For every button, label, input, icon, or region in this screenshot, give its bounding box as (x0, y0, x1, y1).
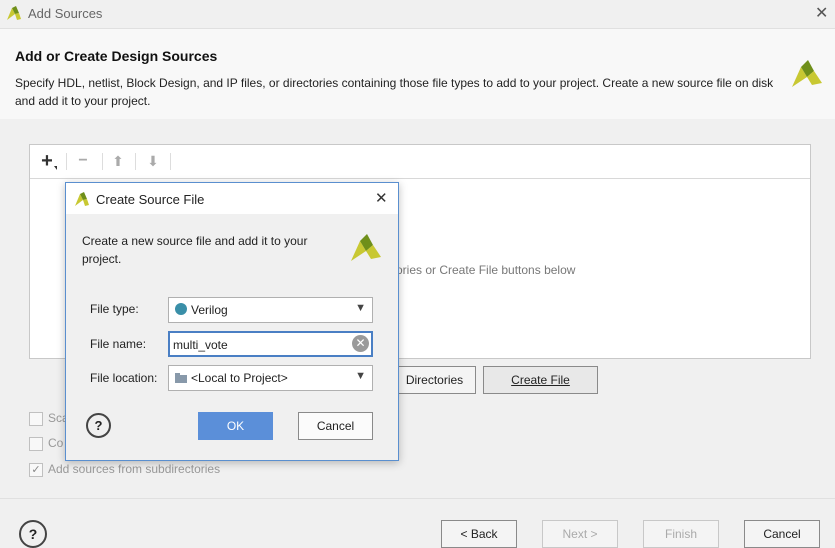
file-name-label: File name: (90, 337, 147, 351)
page-title: Add or Create Design Sources (15, 48, 218, 64)
vivado-logo-icon (792, 60, 822, 87)
dialog-help-icon[interactable]: ? (86, 413, 111, 438)
page-description: Specify HDL, netlist, Block Design, and … (15, 76, 774, 108)
next-button[interactable]: Next > (542, 520, 618, 548)
window-title: Add Sources (28, 6, 103, 21)
cancel-button[interactable]: Cancel (744, 520, 820, 548)
chevron-down-icon: ▼ (355, 302, 366, 314)
create-source-file-dialog: Create Source File ✕ Create a new source… (65, 182, 399, 461)
footer-divider (0, 498, 835, 499)
dialog-title: Create Source File (96, 192, 205, 207)
chevron-down-icon: ▼ (355, 370, 366, 382)
toolbar-divider (102, 153, 103, 170)
add-dropdown-icon (54, 166, 57, 170)
help-icon[interactable]: ? (19, 520, 47, 548)
folder-icon (175, 373, 187, 383)
vivado-logo-icon (351, 234, 381, 261)
copy-checkbox[interactable] (29, 437, 43, 451)
file-location-value: <Local to Project> (191, 371, 288, 385)
copy-label: Co (48, 436, 64, 450)
subdirs-checkbox[interactable]: ✓ (29, 463, 43, 477)
file-location-label: File location: (90, 371, 158, 385)
create-file-button[interactable]: Create File (483, 366, 598, 394)
file-name-input[interactable]: multi_vote ✕ (168, 331, 373, 357)
file-location-select[interactable]: <Local to Project> ▼ (168, 365, 373, 391)
clear-icon[interactable]: ✕ (352, 335, 369, 352)
dialog-titlebar: Create Source File ✕ (66, 183, 398, 214)
finish-button[interactable]: Finish (643, 520, 719, 548)
file-type-select[interactable]: Verilog ▼ (168, 297, 373, 323)
dialog-close-icon[interactable]: ✕ (375, 189, 388, 207)
toolbar-divider (66, 153, 67, 170)
subdirs-label: Add sources from subdirectories (48, 462, 221, 476)
toolbar-divider (135, 153, 136, 170)
move-up-icon[interactable]: ⬆ (107, 151, 129, 171)
vivado-logo-icon (75, 192, 89, 206)
window-close-icon[interactable]: ✕ (815, 3, 828, 23)
dialog-description: Create a new source file and add it to y… (82, 234, 308, 266)
toolbar-divider (170, 153, 171, 170)
dialog-cancel-button[interactable]: Cancel (298, 412, 373, 440)
add-directories-label: Directories (405, 373, 464, 387)
file-type-label: File type: (90, 302, 139, 316)
sources-toolbar: + − ⬆ ⬇ (30, 145, 810, 179)
vivado-logo-icon (7, 6, 21, 20)
file-name-value: multi_vote (173, 338, 228, 352)
move-down-icon[interactable]: ⬇ (142, 151, 164, 171)
empty-list-hint: ories or Create File buttons below (396, 263, 576, 277)
ok-button[interactable]: OK (198, 412, 273, 440)
wizard-header: Add or Create Design Sources Specify HDL… (0, 29, 835, 119)
create-file-label: Create File (511, 373, 570, 387)
window-titlebar: Add Sources ✕ (0, 0, 835, 29)
remove-icon[interactable]: − (72, 151, 94, 171)
scan-checkbox[interactable] (29, 412, 43, 426)
back-button[interactable]: < Back (441, 520, 517, 548)
file-type-value: Verilog (191, 303, 228, 317)
verilog-icon (175, 303, 187, 315)
